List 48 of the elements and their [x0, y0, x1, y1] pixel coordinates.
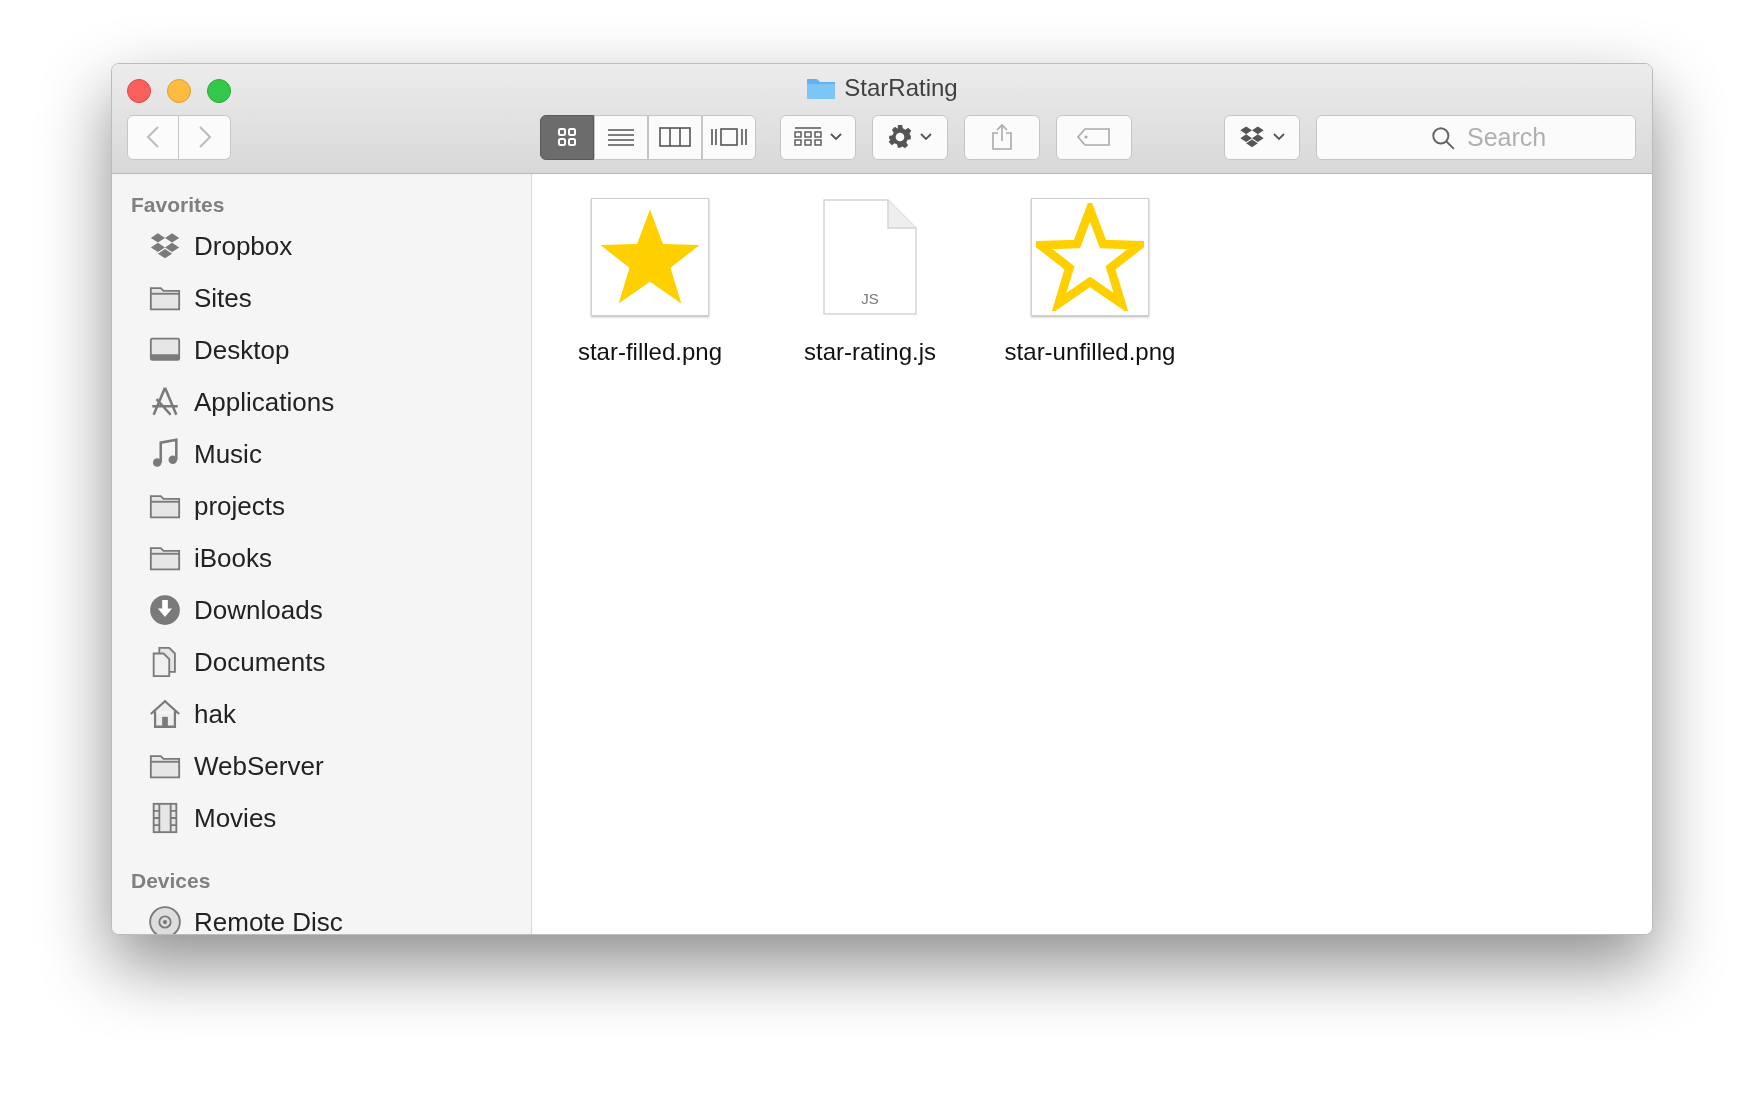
settings-icon — [887, 124, 913, 150]
zoom-button[interactable] — [207, 79, 231, 103]
columns-icon — [659, 126, 691, 148]
sidebar-section-title: Favorites — [130, 192, 226, 218]
search-field[interactable]: Search — [1316, 114, 1636, 160]
sidebar-item[interactable]: WebServer — [112, 740, 531, 792]
sidebar-item[interactable]: Documents — [112, 636, 531, 688]
chevron-down-icon — [1272, 132, 1286, 142]
sidebar-item[interactable]: Sites — [112, 272, 531, 324]
folder-icon — [806, 76, 837, 100]
file-item[interactable]: JS star-rating.js — [760, 192, 980, 370]
view-mode-button[interactable] — [648, 114, 702, 160]
close-button[interactable] — [127, 79, 151, 103]
window-title: StarRating — [844, 73, 958, 103]
search-icon — [1430, 124, 1456, 151]
sidebar-item[interactable]: Music — [112, 428, 531, 480]
sidebar-item[interactable]: Remote Disc — [112, 896, 531, 934]
chevron-left-icon — [146, 125, 160, 149]
tag-icon — [1076, 127, 1112, 147]
view-mode-button[interactable] — [594, 114, 648, 160]
sidebar-item[interactable]: iBooks — [112, 532, 531, 584]
file-item[interactable]: star-unfilled.png — [980, 192, 1200, 370]
sidebar-section-title: Devices — [130, 868, 212, 894]
view-mode-button[interactable] — [702, 114, 756, 160]
sidebar-item[interactable]: Applications — [112, 376, 531, 428]
file-type-label: JS — [860, 288, 880, 309]
sidebar-item[interactable]: Desktop — [112, 324, 531, 376]
chevron-down-icon — [829, 132, 843, 142]
file-item[interactable]: star-filled.png — [540, 192, 760, 370]
action-button[interactable] — [872, 114, 948, 160]
sidebar-item[interactable]: Movies — [112, 792, 531, 844]
house-icon — [148, 697, 182, 731]
dropbox-button[interactable] — [1224, 114, 1300, 160]
sidebar-item[interactable]: hak — [112, 688, 531, 740]
chevron-down-icon — [919, 132, 933, 142]
document-icon — [822, 198, 918, 316]
sidebar-item[interactable]: Downloads — [112, 584, 531, 636]
grid-icon — [556, 126, 578, 148]
sidebar-item[interactable]: Dropbox — [112, 220, 531, 272]
download-icon — [148, 593, 182, 627]
view-mode-button[interactable] — [540, 114, 594, 160]
arrange-grid-icon — [793, 126, 823, 148]
arrange-button[interactable] — [780, 114, 856, 160]
list-icon — [606, 126, 636, 148]
share-icon — [990, 123, 1014, 151]
cover-flow-icon — [710, 126, 748, 148]
chevron-right-icon — [197, 125, 212, 149]
sidebar-item[interactable]: projects — [112, 480, 531, 532]
